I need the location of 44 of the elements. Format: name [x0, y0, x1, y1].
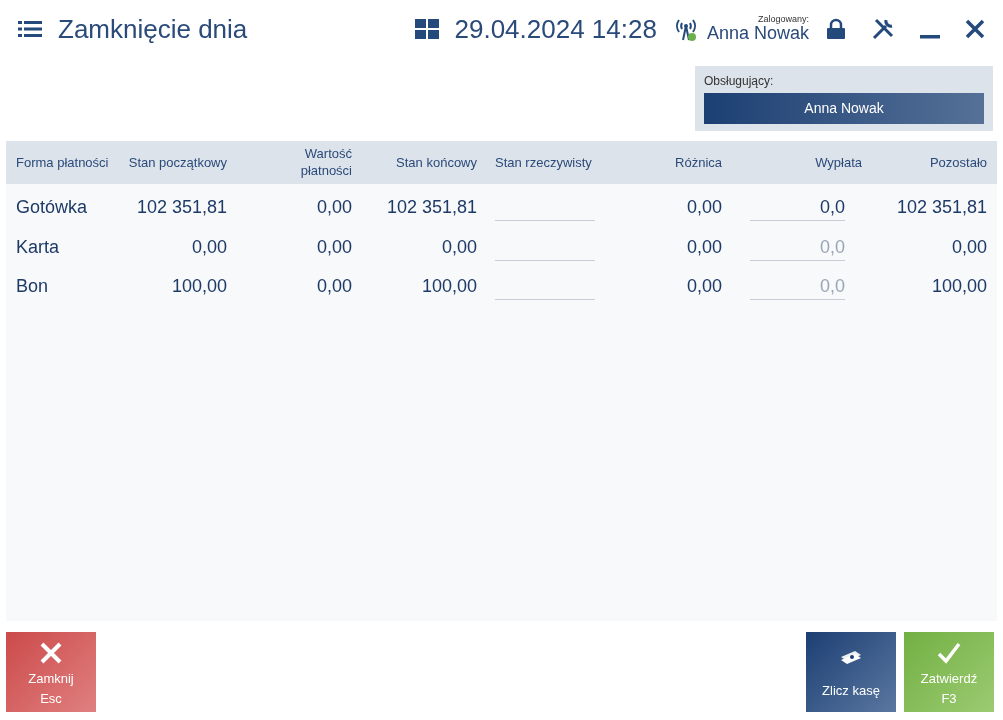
- payout-field[interactable]: 0,0: [750, 195, 845, 222]
- date-time: 29.04.2024 14:28: [454, 12, 657, 46]
- payout-field[interactable]: 0,0: [750, 234, 845, 261]
- table-cell-text: 0,00: [315, 196, 353, 220]
- table-cell-text: 100,00: [930, 275, 988, 299]
- table-cell-text: 0,00: [685, 235, 723, 259]
- windows-icon[interactable]: [414, 19, 439, 39]
- payout-field[interactable]: 0,0: [750, 274, 845, 301]
- column-header: Różnica: [674, 153, 723, 172]
- count-button[interactable]: Zlicz kasę: [806, 632, 896, 712]
- table-cell-text: 100,00: [420, 275, 478, 299]
- menu-icon[interactable]: [18, 19, 42, 39]
- tools-icon[interactable]: [871, 17, 895, 41]
- user-name: Anna Nowak: [706, 23, 809, 44]
- column-header: Wypłata: [814, 153, 863, 172]
- table-cell-text: Bon: [15, 275, 50, 299]
- close-icon[interactable]: [965, 19, 985, 39]
- column-header: Stan początkowy: [127, 153, 228, 172]
- table-cell-text: 0,00: [190, 235, 228, 259]
- column-header: Stan końcowy: [395, 153, 478, 172]
- table-cell-text: 100,00: [170, 275, 228, 299]
- close-icon: [39, 641, 63, 665]
- column-header: Wartość płatności: [299, 145, 353, 180]
- operator-button[interactable]: Anna Nowak: [704, 93, 984, 124]
- table-cell-text: 102 351,81: [895, 196, 988, 220]
- operator-label: Obsługujący:: [704, 73, 775, 90]
- table-cell-text: Gotówka: [15, 196, 89, 220]
- close-button[interactable]: Zamknij Esc: [6, 632, 96, 712]
- column-header: Stan rzeczywisty: [494, 153, 593, 172]
- table-cell-text: 0,00: [950, 235, 988, 259]
- check-icon: [937, 641, 961, 665]
- logged-label: Zalogowany:: [757, 14, 809, 24]
- column-header: Pozostało: [928, 153, 988, 172]
- table-cell-text: 102 351,81: [135, 196, 228, 220]
- page-title: Zamknięcie dnia: [58, 12, 248, 46]
- table-cell-text: 0,00: [440, 235, 478, 259]
- table-cell-text: 0,00: [685, 196, 723, 220]
- table-cell-text: 0,00: [685, 275, 723, 299]
- table-cell-text: Karta: [15, 235, 61, 259]
- table-cell-text: 102 351,81: [385, 196, 478, 220]
- column-header: Forma płatności: [15, 153, 110, 172]
- table-cell-text: 0,00: [315, 235, 353, 259]
- lock-icon[interactable]: [825, 18, 847, 40]
- table-cell-text: 0,00: [315, 275, 353, 299]
